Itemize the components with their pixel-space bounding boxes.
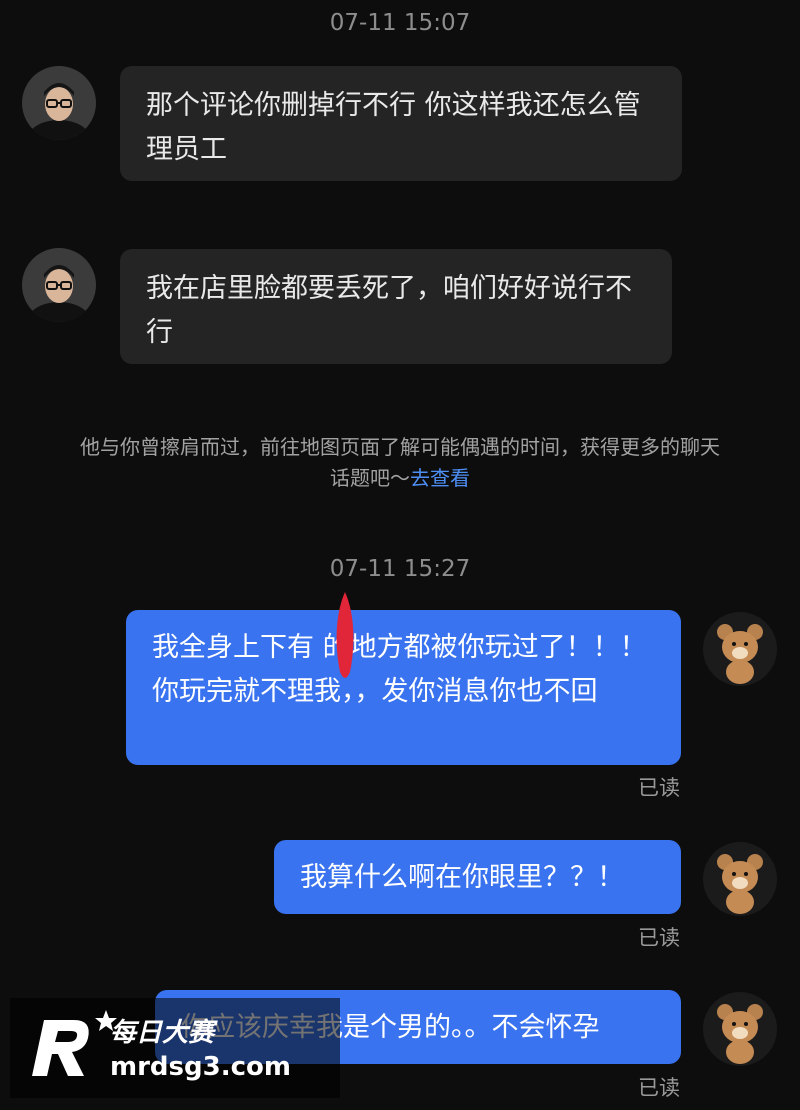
message-text: 我算什么啊在你眼里？？！ xyxy=(300,862,624,893)
self-avatar[interactable] xyxy=(703,842,777,916)
system-notice: 他与你曾擦肩而过，前往地图页面了解可能偶遇的时间，获得更多的聊天话题吧～去查看 xyxy=(80,432,720,494)
man-avatar-icon xyxy=(22,248,96,322)
man-avatar-icon xyxy=(22,66,96,140)
message-text: 我在店里脸都要丢死了，咱们好好说行不行 xyxy=(146,273,632,348)
contact-avatar[interactable] xyxy=(22,248,96,322)
watermark-url: mrdsg3.com xyxy=(110,1052,291,1082)
incoming-message[interactable]: 那个评论你删掉行不行 你这样我还怎么管理员工 xyxy=(120,66,682,181)
message-text: 我全身上下有 的地方都被你玩过了！！！你玩完就不理我，，发你消息你也不回 xyxy=(152,632,647,707)
contact-avatar[interactable] xyxy=(22,66,96,140)
bear-avatar-icon xyxy=(703,612,777,686)
incoming-message[interactable]: 我在店里脸都要丢死了，咱们好好说行不行 xyxy=(120,249,672,364)
watermark-brand: 每日大赛 xyxy=(110,1018,215,1048)
red-redaction-mark xyxy=(336,592,354,678)
self-avatar[interactable] xyxy=(703,992,777,1066)
timestamp: 07-11 15:27 xyxy=(329,556,471,582)
view-map-link[interactable]: 去查看 xyxy=(410,466,470,490)
bear-avatar-icon xyxy=(703,992,777,1066)
bear-avatar-icon xyxy=(703,842,777,916)
message-text: 那个评论你删掉行不行 你这样我还怎么管理员工 xyxy=(146,90,641,165)
outgoing-message[interactable]: 我全身上下有 的地方都被你玩过了！！！你玩完就不理我，，发你消息你也不回 xyxy=(126,610,681,765)
timestamp: 07-11 15:07 xyxy=(329,10,471,36)
outgoing-message[interactable]: 我算什么啊在你眼里？？！ xyxy=(274,840,681,914)
system-notice-text: 他与你曾擦肩而过，前往地图页面了解可能偶遇的时间，获得更多的聊天话题吧～ xyxy=(80,435,720,490)
read-receipt: 已读 xyxy=(638,926,680,950)
watermark: 每日大赛 mrdsg3.com xyxy=(10,998,340,1098)
read-receipt: 已读 xyxy=(638,776,680,800)
read-receipt: 已读 xyxy=(638,1076,680,1100)
self-avatar[interactable] xyxy=(703,612,777,686)
